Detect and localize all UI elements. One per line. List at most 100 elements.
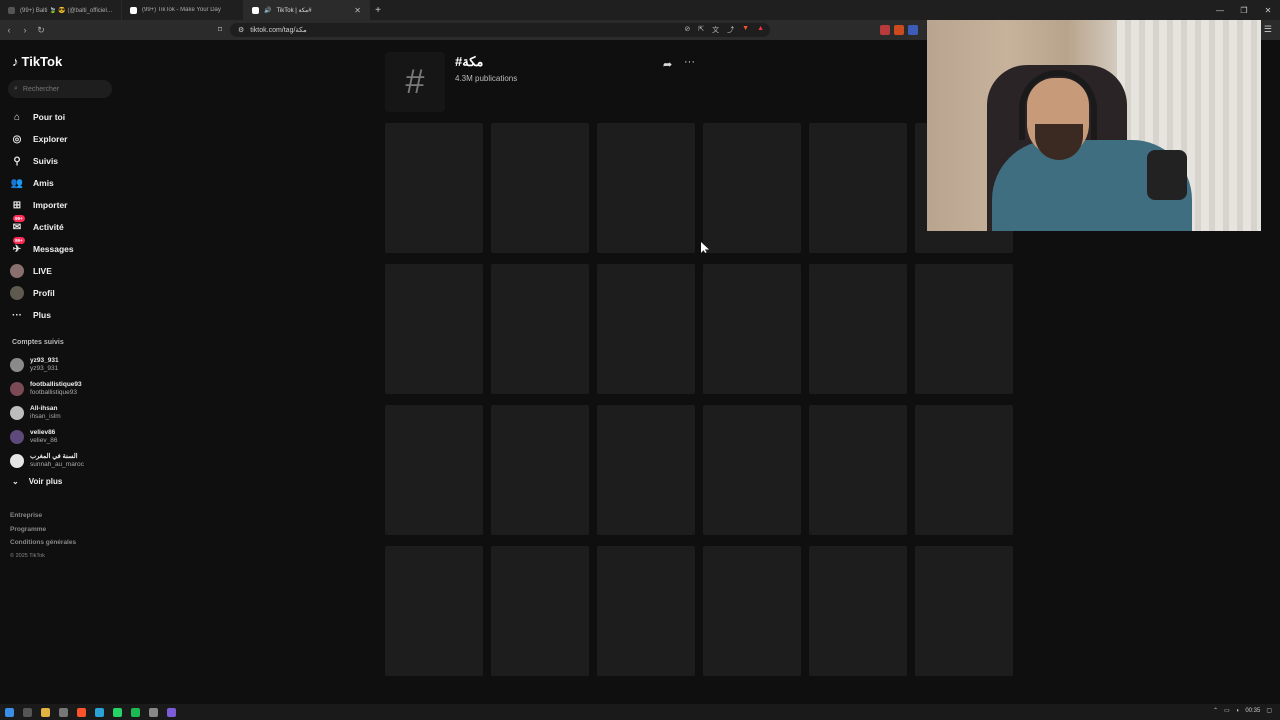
followed-account[interactable]: All-ihsan ihsan_islm (10, 401, 84, 425)
app-icon[interactable] (59, 707, 68, 717)
video-placeholder[interactable] (703, 264, 801, 394)
followed-account[interactable]: السنة في المغرب sunnah_au_maroc (10, 449, 84, 473)
minimize-icon[interactable]: — (1208, 0, 1232, 20)
nav-item-messages[interactable]: ✈ 99+ Messages (10, 237, 74, 260)
more-options-icon[interactable]: ··· (684, 56, 695, 68)
account-name: All-ihsan (30, 405, 58, 412)
followed-account[interactable]: footballistique93 footballistique93 (10, 377, 84, 401)
tray-chevron-icon[interactable]: ⌃ (1213, 707, 1218, 714)
url-text: tiktok.com/tag/مكة (250, 27, 307, 34)
reload-icon[interactable]: ↻ (34, 25, 48, 36)
clock[interactable]: 00:35 (1245, 708, 1260, 714)
new-tab-button[interactable]: + (370, 5, 386, 16)
translate-icon[interactable]: 文 (712, 25, 719, 35)
followed-account[interactable]: yz93_931 yz93_931 (10, 353, 84, 377)
video-placeholder[interactable] (491, 405, 589, 535)
video-placeholder[interactable] (703, 405, 801, 535)
followed-account[interactable]: veliev86 veliev_86 (10, 425, 84, 449)
address-bar[interactable]: ⚙ tiktok.com/tag/مكة ⊘ ⇱ 文 ⤴ ▼ ▲ (230, 23, 770, 37)
nav-item-profil[interactable]: Profil (10, 282, 74, 304)
video-placeholder[interactable] (597, 264, 695, 394)
brave-shield-icon[interactable]: ▼ (742, 25, 749, 35)
video-placeholder[interactable] (809, 405, 907, 535)
video-placeholder[interactable] (809, 546, 907, 676)
video-placeholder[interactable] (809, 264, 907, 394)
video-placeholder[interactable] (491, 546, 589, 676)
logo-text: TikTok (21, 54, 63, 69)
nav-item-pour-toi[interactable]: ⌂ Pour toi (10, 106, 74, 128)
volume-icon[interactable]: ◖ (1236, 708, 1240, 714)
extension-icon[interactable] (894, 25, 904, 35)
video-placeholder[interactable] (809, 123, 907, 253)
nav-item-activite[interactable]: ✉ 99+ Activité (10, 215, 74, 238)
brave-browser-icon[interactable] (77, 707, 86, 717)
footer-link-conditions[interactable]: Conditions générales (10, 536, 76, 550)
video-placeholder[interactable] (915, 264, 1013, 394)
publication-count: 4.3M publications (455, 74, 518, 83)
search-input[interactable]: ⌕ Rechercher (8, 80, 112, 98)
open-external-icon[interactable]: ⇱ (698, 25, 704, 35)
rewards-icon[interactable]: ▲ (757, 25, 764, 35)
file-explorer-icon[interactable] (41, 707, 50, 717)
tab-title: (99+) Balti 🍃 😎 (@balti_officiel) | Ti (20, 7, 113, 14)
search-icon[interactable] (23, 707, 32, 717)
nav-item-amis[interactable]: 👥 Amis (10, 172, 74, 194)
nav-item-importer[interactable]: ⊞ Importer (10, 194, 74, 216)
nav-item-suivis[interactable]: ⚲ Suivis (10, 150, 74, 172)
video-placeholder[interactable] (491, 123, 589, 253)
video-placeholder[interactable] (703, 123, 801, 253)
video-placeholder[interactable] (597, 123, 695, 253)
video-placeholder[interactable] (385, 546, 483, 676)
site-info-icon[interactable]: ⚙ (238, 26, 244, 34)
video-placeholder[interactable] (491, 264, 589, 394)
video-placeholder[interactable] (597, 405, 695, 535)
extension-icon[interactable] (880, 25, 890, 35)
maximize-icon[interactable]: ❐ (1232, 0, 1256, 20)
video-placeholder[interactable] (385, 264, 483, 394)
browser-tab-active[interactable]: 🔊 TikTok | مكة# ✕ (244, 0, 370, 20)
nav-label: Amis (33, 178, 54, 188)
whatsapp-icon[interactable] (113, 707, 122, 717)
see-more-button[interactable]: ⌄ Voir plus (12, 477, 62, 486)
footer-link-entreprise[interactable]: Entreprise (10, 509, 76, 523)
bookmark-icon[interactable]: ⌑ (218, 25, 222, 34)
browser-tab[interactable]: (99+) TikTok - Make Your Day (122, 0, 244, 20)
network-icon[interactable]: ▭ (1224, 707, 1230, 714)
browser-menu-icon[interactable]: ☰ (1264, 24, 1272, 35)
share-icon[interactable]: ➦ (663, 58, 672, 71)
tiktok-logo[interactable]: ♪ TikTok (12, 54, 62, 69)
block-media-icon[interactable]: ⊘ (684, 25, 690, 35)
live-icon (10, 264, 24, 278)
tab-close-icon[interactable]: ✕ (354, 6, 361, 15)
nav-item-live[interactable]: LIVE (10, 260, 74, 282)
app-icon[interactable] (167, 707, 176, 717)
notification-badge: 99+ (13, 237, 25, 244)
spotify-icon[interactable] (131, 707, 140, 717)
extension-icon[interactable] (908, 25, 918, 35)
video-placeholder[interactable] (597, 546, 695, 676)
forward-icon[interactable]: › (18, 25, 32, 35)
app-icon[interactable] (149, 707, 158, 717)
edge-icon[interactable] (95, 707, 104, 717)
share-page-icon[interactable]: ⤴ (727, 25, 734, 35)
copyright: © 2025 TikTok (10, 552, 45, 559)
footer-link-programme[interactable]: Programme (10, 523, 76, 537)
speaker-icon[interactable]: 🔊 (264, 7, 271, 14)
nav-item-explorer[interactable]: ◎ Explorer (10, 128, 74, 150)
video-placeholder[interactable] (703, 546, 801, 676)
windows-start-icon[interactable] (5, 707, 14, 717)
browser-tab[interactable]: (99+) Balti 🍃 😎 (@balti_officiel) | Ti (0, 0, 122, 20)
notifications-icon[interactable]: ▢ (1266, 707, 1272, 714)
close-window-icon[interactable]: ✕ (1256, 0, 1280, 20)
nav-item-plus[interactable]: ··· Plus (10, 304, 74, 326)
microphone (1147, 150, 1187, 200)
video-placeholder[interactable] (915, 546, 1013, 676)
profile-avatar (10, 286, 24, 300)
video-placeholder[interactable] (385, 123, 483, 253)
video-placeholder[interactable] (915, 405, 1013, 535)
see-more-label: Voir plus (28, 477, 63, 486)
notification-badge: 99+ (13, 215, 25, 222)
followed-accounts-list: yz93_931 yz93_931 footballistique93 footba… (10, 353, 84, 473)
back-icon[interactable]: ‹ (2, 25, 16, 35)
video-placeholder[interactable] (385, 405, 483, 535)
